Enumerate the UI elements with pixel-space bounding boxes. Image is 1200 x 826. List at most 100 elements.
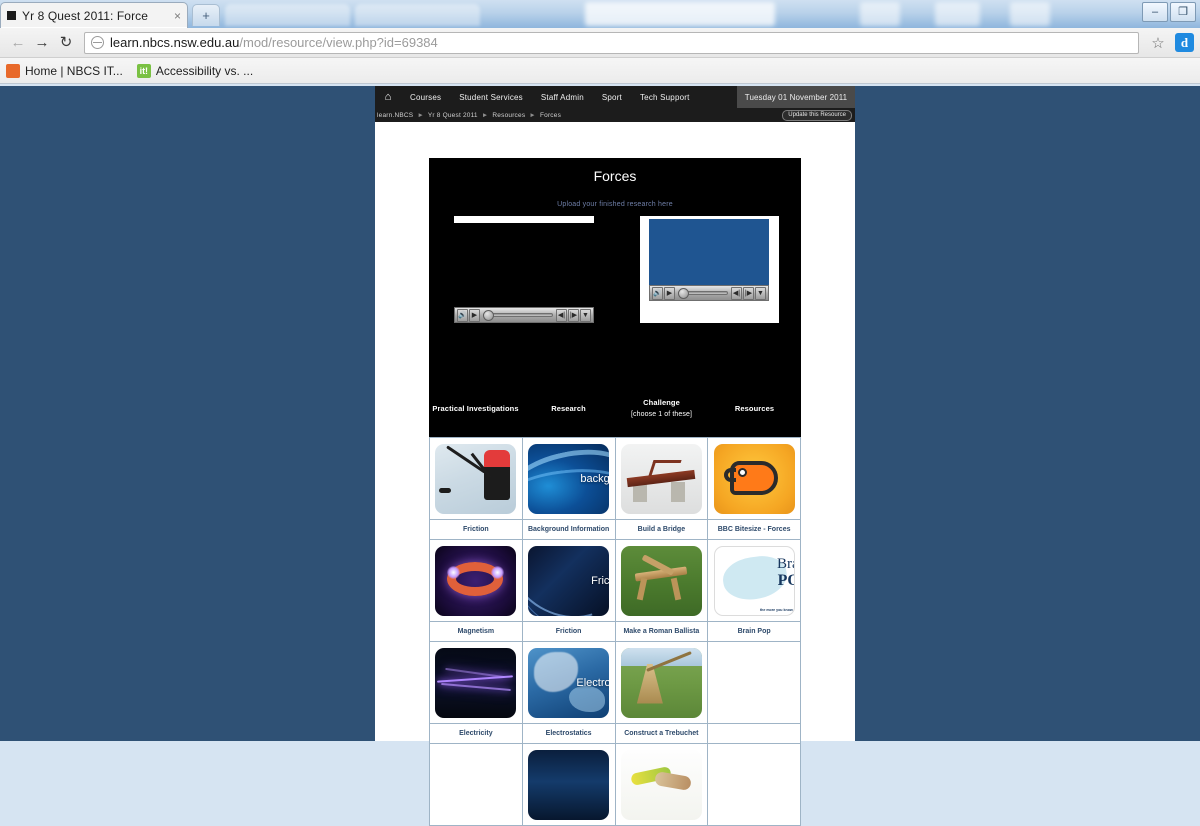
reload-icon[interactable]: ↻ <box>54 31 78 55</box>
link-background-information[interactable]: Background Information <box>521 519 616 540</box>
cell-thumb-electricity[interactable] <box>429 641 523 724</box>
bookmark-star-icon[interactable]: ☆ <box>1147 32 1169 54</box>
breadcrumb-item-learn-nbcs[interactable]: learn.NBCS <box>377 112 413 119</box>
cell-thumb-trebuchet[interactable] <box>614 641 709 724</box>
breadcrumb-item-yr8-quest[interactable]: Yr 8 Quest 2011 <box>428 112 478 119</box>
extension-icon[interactable]: d <box>1175 33 1194 52</box>
link-make-a-roman-ballista[interactable]: Make a Roman Ballista <box>614 621 709 642</box>
cell-thumb-pale[interactable] <box>614 743 709 826</box>
seek-slider[interactable] <box>678 287 728 300</box>
bookmark-accessibility[interactable]: it! Accessibility vs. ... <box>136 63 254 78</box>
electrostatics-thumbnail[interactable]: Electrostatics <box>528 647 610 718</box>
breadcrumb-bar: learn.NBCS ► Yr 8 Quest 2011 ► Resources… <box>375 108 855 122</box>
step-forward-icon[interactable]: |▶ <box>568 308 579 322</box>
link-build-a-bridge[interactable]: Build a Bridge <box>614 519 709 540</box>
nav-item-sport[interactable]: Sport <box>593 93 631 102</box>
upload-research-link[interactable]: Upload your finished research here <box>429 184 801 208</box>
back-icon[interactable]: ← <box>6 31 30 55</box>
cell-thumb-magnetism[interactable] <box>429 539 523 622</box>
cell-empty <box>707 641 801 724</box>
play-icon[interactable]: ▶ <box>469 308 480 322</box>
step-back-icon[interactable]: ◀| <box>731 286 742 300</box>
cell-empty <box>707 743 801 826</box>
thumbnail-caption: Friction <box>591 574 610 587</box>
volume-icon[interactable]: 🔊 <box>457 308 468 322</box>
link-bbc-bitesize-forces[interactable]: BBC Bitesize - Forces <box>707 519 801 540</box>
tab-yr8-quest-forces[interactable]: Yr 8 Quest 2011: Force × <box>0 2 188 28</box>
cell-thumb-friction-hockey[interactable] <box>429 437 523 520</box>
lightning-bolt <box>441 682 512 691</box>
lightning-thumbnail[interactable] <box>435 647 517 718</box>
home-icon[interactable]: ⌂ <box>375 91 401 103</box>
address-bar[interactable]: learn.nbcs.nsw.edu.au/mod/resource/view.… <box>84 31 1139 54</box>
friction-thumbnail[interactable]: Friction <box>528 545 610 616</box>
player-controls-left: 🔊 ▶ ◀| |▶ ▼ <box>454 307 594 323</box>
thumbnail-caption: Electrostatics <box>576 676 610 689</box>
chevron-down-icon[interactable]: ▼ <box>580 308 591 322</box>
close-icon[interactable]: × <box>174 10 181 22</box>
magnet-thumbnail[interactable] <box>435 545 517 616</box>
cell-thumb-bbc-bitesize[interactable] <box>707 437 801 520</box>
magnet-glow <box>491 565 505 579</box>
pale-thumbnail[interactable] <box>620 749 702 820</box>
cell-thumb-roman-ballista[interactable] <box>614 539 709 622</box>
cell-thumb-brainpop[interactable]: Brain POP the more you know, the more yo… <box>707 539 801 622</box>
background-thumbnail[interactable]: background <box>528 443 610 514</box>
cell-thumb-electrostatics[interactable]: Electrostatics <box>521 641 616 724</box>
video-player-left[interactable]: 🔊 ▶ ◀| |▶ ▼ <box>454 216 597 323</box>
bookmark-label: Accessibility vs. ... <box>155 63 254 78</box>
ballista-thumbnail[interactable] <box>620 545 702 616</box>
page-info-icon[interactable] <box>91 36 104 49</box>
link-friction-2[interactable]: Friction <box>521 621 616 642</box>
nav-item-staff-admin[interactable]: Staff Admin <box>532 93 593 102</box>
category-resources: Resources <box>708 395 801 415</box>
cell-thumb-build-a-bridge[interactable] <box>614 437 709 520</box>
video-player-right[interactable]: 🔊 ▶ ◀| |▶ ▼ <box>640 216 779 323</box>
new-tab-button[interactable]: + <box>192 4 220 26</box>
nav-item-student-services[interactable]: Student Services <box>450 93 532 102</box>
minimize-icon[interactable]: – <box>1142 2 1168 22</box>
moodle-navbar: ⌂ Courses Student Services Staff Admin S… <box>375 86 855 108</box>
category-challenge: Challenge [choose 1 of these] <box>615 395 708 420</box>
navigation-toolbar: ← → ↻ learn.nbcs.nsw.edu.au/mod/resource… <box>0 28 1200 58</box>
bookmark-home-nbcs-it[interactable]: Home | NBCS IT... <box>6 63 123 78</box>
step-back-icon[interactable]: ◀| <box>556 308 567 322</box>
volume-icon[interactable]: 🔊 <box>652 286 663 300</box>
category-practical-investigations: Practical Investigations <box>429 395 522 415</box>
trebuchet-thumbnail[interactable] <box>620 647 702 718</box>
cell-thumb-friction[interactable]: Friction <box>521 539 616 622</box>
link-brain-pop[interactable]: Brain Pop <box>707 621 801 642</box>
brainpop-thumbnail[interactable]: Brain POP the more you know, the more yo… <box>713 545 795 616</box>
table-row: Friction <box>429 539 801 622</box>
seek-knob[interactable] <box>483 309 494 321</box>
hockey-thumbnail[interactable] <box>435 443 517 514</box>
chevron-down-icon[interactable]: ▼ <box>755 286 766 300</box>
window-controls: – ❐ <box>1142 2 1196 22</box>
seek-slider[interactable] <box>483 309 553 322</box>
url-path: /mod/resource/view.php?id=69384 <box>239 35 438 50</box>
bookmark-label: Home | NBCS IT... <box>25 63 123 78</box>
resource-content: Forces Upload your finished research her… <box>375 122 855 826</box>
it-favicon-icon: it! <box>136 63 151 78</box>
cell-thumb-dark[interactable] <box>521 743 616 826</box>
update-resource-button[interactable]: Update this Resource <box>782 109 852 121</box>
nav-item-courses[interactable]: Courses <box>401 93 450 102</box>
bridge-thumbnail[interactable] <box>620 443 702 514</box>
cell-thumb-background-information[interactable]: background <box>521 437 616 520</box>
restore-icon[interactable]: ❐ <box>1170 2 1196 22</box>
breadcrumb-item-resources[interactable]: Resources <box>492 112 525 119</box>
moodle-page: ⌂ Courses Student Services Staff Admin S… <box>375 86 855 826</box>
dark-thumbnail[interactable] <box>528 749 610 820</box>
play-icon[interactable]: ▶ <box>664 286 675 300</box>
brainpop-line1: Brain <box>776 555 794 572</box>
step-forward-icon[interactable]: |▶ <box>743 286 754 300</box>
table-row: background <box>429 437 801 520</box>
bitesize-eye-shape <box>737 467 747 477</box>
nav-item-tech-support[interactable]: Tech Support <box>631 93 699 102</box>
forward-icon[interactable]: → <box>30 31 54 55</box>
seek-knob[interactable] <box>678 287 689 299</box>
link-friction[interactable]: Friction <box>429 519 523 540</box>
magnet-glow <box>447 565 461 579</box>
link-magnetism[interactable]: Magnetism <box>429 621 523 642</box>
bbc-bitesize-thumbnail[interactable] <box>713 443 795 514</box>
